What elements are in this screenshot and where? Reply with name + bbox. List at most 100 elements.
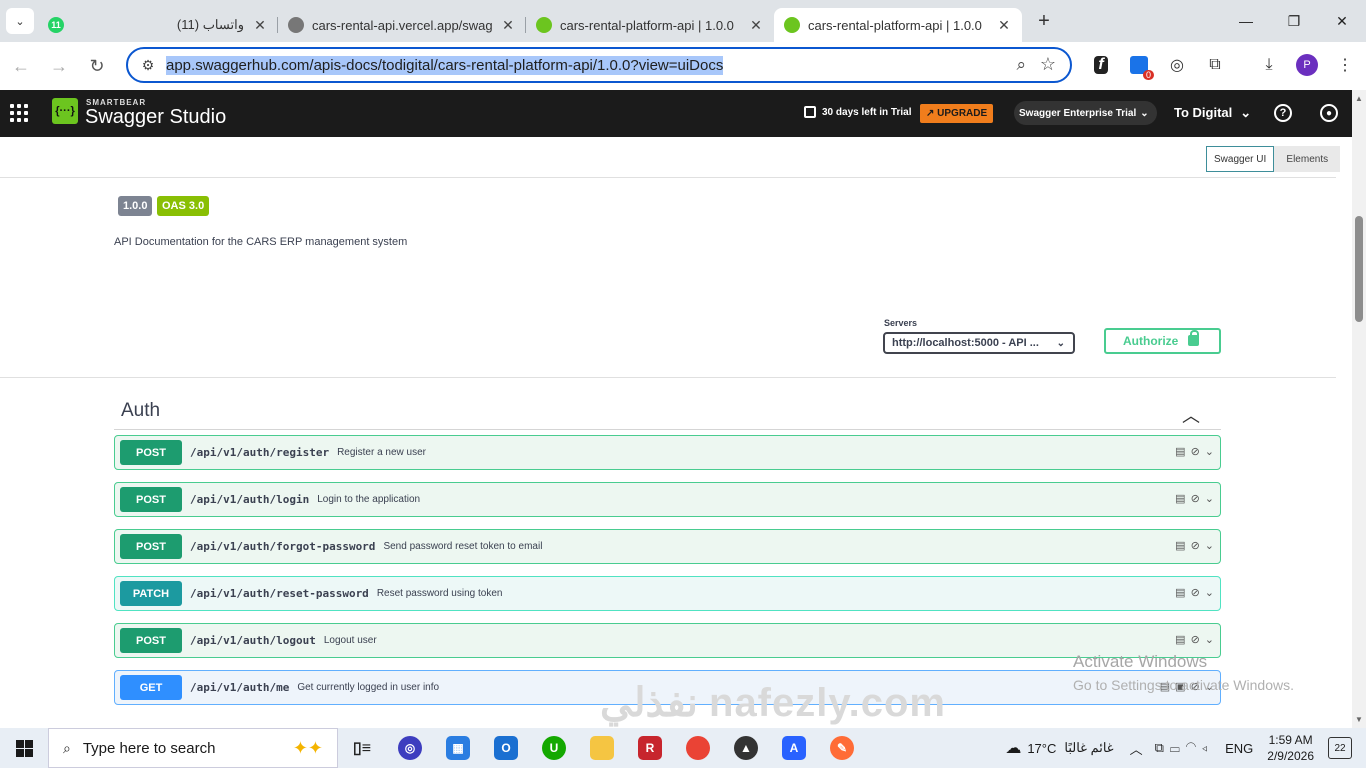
apps-grid-icon[interactable] [10, 104, 28, 122]
link-icon[interactable]: ⊘ [1191, 633, 1200, 646]
copy-icon[interactable]: ▤ [1175, 492, 1185, 505]
link-icon[interactable]: ⊘ [1191, 492, 1200, 505]
close-icon[interactable]: ✕ [252, 17, 268, 34]
browser-menu-icon[interactable]: ⋮ [1328, 48, 1362, 82]
swagger-icon [536, 17, 552, 33]
forward-button[interactable]: → [42, 49, 76, 83]
outlook-icon[interactable]: O [482, 728, 530, 768]
tab-vercel[interactable]: cars-rental-api.vercel.app/swag ✕ [278, 8, 526, 42]
page-scrollbar[interactable]: ▲ ▼ [1352, 90, 1366, 728]
restore-button[interactable]: ❐ [1270, 0, 1318, 42]
notification-center-icon[interactable]: 22 [1328, 737, 1352, 759]
upgrade-button[interactable]: ↗ UPGRADE [920, 104, 994, 123]
address-bar[interactable]: ⚙ app.swaggerhub.com/apis-docs/todigital… [126, 47, 1072, 83]
task-view-icon[interactable]: ▯≡ [338, 728, 386, 768]
search-placeholder: Type here to search [82, 739, 216, 757]
store-icon[interactable]: ▦ [434, 728, 482, 768]
extension-code-icon[interactable]: ◎ [1160, 48, 1194, 82]
operation-row[interactable]: POST /api/v1/auth/login Login to the app… [114, 482, 1221, 517]
close-icon[interactable]: ✕ [748, 17, 764, 34]
operation-row[interactable]: POST /api/v1/auth/register Register a ne… [114, 435, 1221, 470]
scrollbar-thumb[interactable] [1355, 216, 1363, 322]
enterprise-trial-dropdown[interactable]: Swagger Enterprise Trial ⌄ [1014, 101, 1157, 125]
method-badge: POST [120, 534, 182, 559]
api-description: API Documentation for the CARS ERP manag… [114, 236, 408, 248]
app-icon-3[interactable]: ▲ [722, 728, 770, 768]
chrome-icon[interactable] [674, 728, 722, 768]
link-icon[interactable]: ⊘ [1191, 586, 1200, 599]
url-text[interactable]: app.swaggerhub.com/apis-docs/todigital/c… [166, 55, 724, 75]
zoom-icon[interactable]: ⌕ [1016, 55, 1026, 75]
trial-status: 30 days left in Trial [804, 106, 911, 118]
authorize-button[interactable]: Authorize [1104, 328, 1221, 354]
site-info-icon[interactable]: ⚙ [134, 57, 162, 74]
user-account-icon[interactable]: ● [1320, 104, 1338, 122]
new-tab-button[interactable]: + [1030, 7, 1058, 35]
chevron-up-icon[interactable]: ︿ [1182, 402, 1200, 428]
tab-whatsapp[interactable]: 11 واتساب (11) ✕ [48, 8, 278, 42]
file-explorer-icon[interactable] [578, 728, 626, 768]
chevron-down-icon: ⌄ [1140, 107, 1149, 119]
elements-toggle[interactable]: Elements [1274, 146, 1341, 172]
tray-icons[interactable]: ⧉▭◠◃ [1155, 740, 1213, 756]
operation-row[interactable]: POST /api/v1/auth/forgot-password Send p… [114, 529, 1221, 564]
language-indicator[interactable]: ENG [1225, 741, 1253, 756]
tab-title: cars-rental-platform-api | 1.0.0 [560, 17, 734, 33]
operation-row[interactable]: POST /api/v1/auth/logout Logout user ▤ ⊘ ⌄ [114, 623, 1221, 658]
operation-row[interactable]: PATCH /api/v1/auth/reset-password Reset … [114, 576, 1221, 611]
tray-chevron-icon[interactable]: ︿ [1130, 739, 1143, 758]
download-icon[interactable]: ⤓ [1252, 48, 1286, 82]
clock[interactable]: 1:59 AM 2/9/2026 [1267, 732, 1314, 764]
operation-summary: Logout user [323, 635, 377, 646]
profile-avatar[interactable]: P [1290, 48, 1324, 82]
tab-swaggerhub-1[interactable]: cars-rental-platform-api | 1.0.0 ✕ [526, 8, 774, 42]
windows-logo-icon [15, 739, 33, 757]
extension-f-icon[interactable]: f [1084, 48, 1118, 82]
system-tray: ☁ 17°C غائم غالبًا ︿ ⧉▭◠◃ ENG 1:59 AM 2/… [1005, 728, 1366, 768]
reload-button[interactable]: ↻ [80, 49, 114, 83]
close-icon[interactable]: ✕ [500, 17, 516, 34]
weather-temp[interactable]: 17°C [1027, 741, 1056, 756]
tab-swaggerhub-2[interactable]: cars-rental-platform-api | 1.0.0 ✕ [774, 8, 1022, 42]
extensions-puzzle-icon[interactable]: ⧉ [1198, 48, 1232, 82]
copy-icon[interactable]: ▤ [1175, 586, 1185, 599]
brand-title[interactable]: Swagger Studio [85, 106, 226, 129]
app-icon-4[interactable]: A [770, 728, 818, 768]
tab-search-button[interactable]: ⌄ [6, 8, 34, 34]
activate-windows-title: Activate Windows [1073, 652, 1208, 671]
chevron-down-icon[interactable]: ⌄ [1205, 586, 1214, 599]
help-icon[interactable]: ? [1274, 104, 1292, 122]
weather-icon[interactable]: ☁ [1005, 738, 1021, 758]
bookmark-star-icon[interactable]: ☆ [1040, 54, 1056, 75]
close-icon[interactable]: ✕ [996, 17, 1012, 34]
chevron-down-icon[interactable]: ⌄ [1205, 633, 1214, 646]
close-window-button[interactable]: ✕ [1318, 0, 1366, 42]
browser-tab-bar: ⌄ 11 واتساب (11) ✕ cars-rental-api.verce… [0, 0, 1366, 42]
start-button[interactable] [0, 728, 48, 768]
organization-dropdown[interactable]: To Digital ⌄ [1174, 105, 1251, 121]
taskbar-search[interactable]: ⌕ Type here to search ✦✦ [48, 728, 338, 768]
weather-desc[interactable]: غائم غالبًا [1064, 740, 1113, 756]
section-title-auth[interactable]: Auth [121, 400, 160, 422]
servers-select[interactable]: http://localhost:5000 - API ... ⌄ [883, 332, 1075, 354]
extension-badge-icon[interactable]: 0 [1122, 48, 1156, 82]
chevron-down-icon[interactable]: ⌄ [1205, 492, 1214, 505]
link-icon[interactable]: ⊘ [1191, 445, 1200, 458]
app-icon-1[interactable]: ◎ [386, 728, 434, 768]
chevron-down-icon[interactable]: ⌄ [1205, 539, 1214, 552]
swagger-ui-toggle[interactable]: Swagger UI [1206, 146, 1275, 172]
copy-icon[interactable]: ▤ [1175, 633, 1185, 646]
upwork-icon[interactable]: U [530, 728, 578, 768]
copy-icon[interactable]: ▤ [1175, 539, 1185, 552]
operation-path: /api/v1/auth/login [190, 493, 310, 506]
back-button[interactable]: ← [4, 49, 38, 83]
method-badge: POST [120, 487, 182, 512]
swagger-logo-icon[interactable]: {···} [52, 98, 78, 124]
link-icon[interactable]: ⊘ [1191, 539, 1200, 552]
app-icon-2[interactable]: R [626, 728, 674, 768]
minimize-button[interactable]: — [1222, 0, 1270, 42]
copy-icon[interactable]: ▤ [1175, 445, 1185, 458]
postman-icon[interactable]: ✎ [818, 728, 866, 768]
chevron-down-icon[interactable]: ⌄ [1205, 445, 1214, 458]
page-viewport: {···} SMARTBEAR Swagger Studio 30 days l… [0, 90, 1352, 728]
